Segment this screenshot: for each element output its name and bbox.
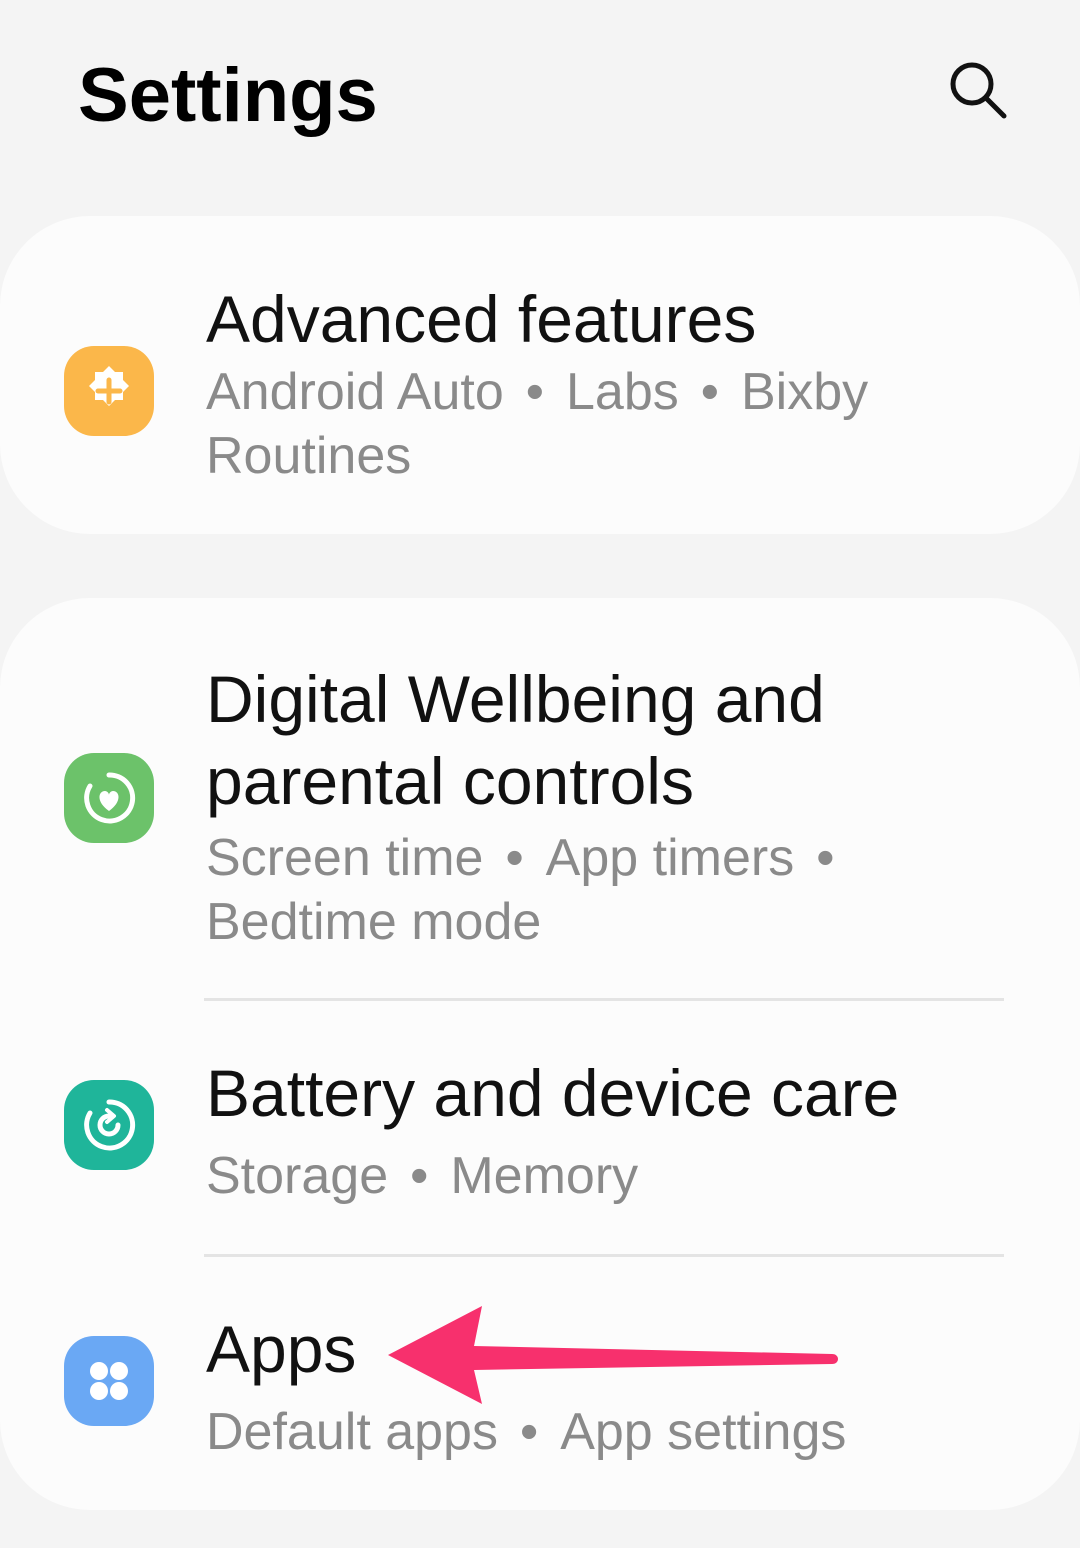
subtitle-part: App timers	[545, 829, 795, 887]
subtitle-part: Bedtime mode	[206, 893, 542, 951]
separator-dot: •	[525, 363, 544, 421]
item-title: Advanced features	[206, 282, 757, 356]
item-subtitle: Screen time • App timers • Bedtime mode	[206, 826, 1026, 954]
subtitle-part: App settings	[560, 1403, 847, 1461]
separator-dot: •	[700, 363, 719, 421]
search-button[interactable]	[940, 52, 1016, 128]
subtitle-part: Android Auto	[206, 363, 504, 421]
item-subtitle: Default apps • App settings	[206, 1400, 1026, 1464]
subtitle-part: Default apps	[206, 1403, 498, 1461]
item-subtitle: Android Auto • Labs • Bixby Routines	[206, 360, 1026, 488]
item-title: Apps	[206, 1312, 357, 1386]
separator-dot: •	[505, 829, 524, 887]
subtitle-part: Memory	[450, 1147, 639, 1205]
settings-item-apps[interactable]: Apps Default apps • App settings	[0, 1294, 1080, 1494]
subtitle-part: Storage	[206, 1147, 389, 1205]
subtitle-part: Labs	[566, 363, 679, 421]
divider	[204, 998, 1004, 1001]
item-title: Battery and device care	[206, 1056, 900, 1130]
page-title: Settings	[78, 53, 378, 138]
settings-screen: Settings Advanced features Android Auto •…	[0, 0, 1080, 1548]
separator-dot: •	[519, 1403, 539, 1461]
settings-card-advanced: Advanced features Android Auto • Labs • Bixb…	[0, 216, 1080, 534]
item-title: Digital Wellbeing and parental controls	[206, 662, 825, 818]
wellbeing-heart-icon	[64, 753, 154, 843]
gear-plus-icon	[64, 346, 154, 436]
settings-item-digital-wellbeing[interactable]: Digital Wellbeing and parental controls …	[0, 648, 1080, 988]
settings-card-group: Digital Wellbeing and parental controls …	[0, 598, 1080, 1510]
device-care-icon	[64, 1080, 154, 1170]
separator-dot: •	[816, 829, 835, 887]
search-icon	[950, 62, 1007, 119]
apps-grid-icon	[64, 1336, 154, 1426]
divider	[204, 1254, 1004, 1257]
settings-item-advanced-features[interactable]: Advanced features Android Auto • Labs • Bixb…	[0, 266, 1080, 496]
separator-dot: •	[410, 1147, 429, 1205]
subtitle-part: Screen time	[206, 829, 484, 887]
settings-item-battery-device-care[interactable]: Battery and device care Storage • Memory	[0, 1038, 1080, 1238]
item-subtitle: Storage • Memory	[206, 1144, 1026, 1208]
